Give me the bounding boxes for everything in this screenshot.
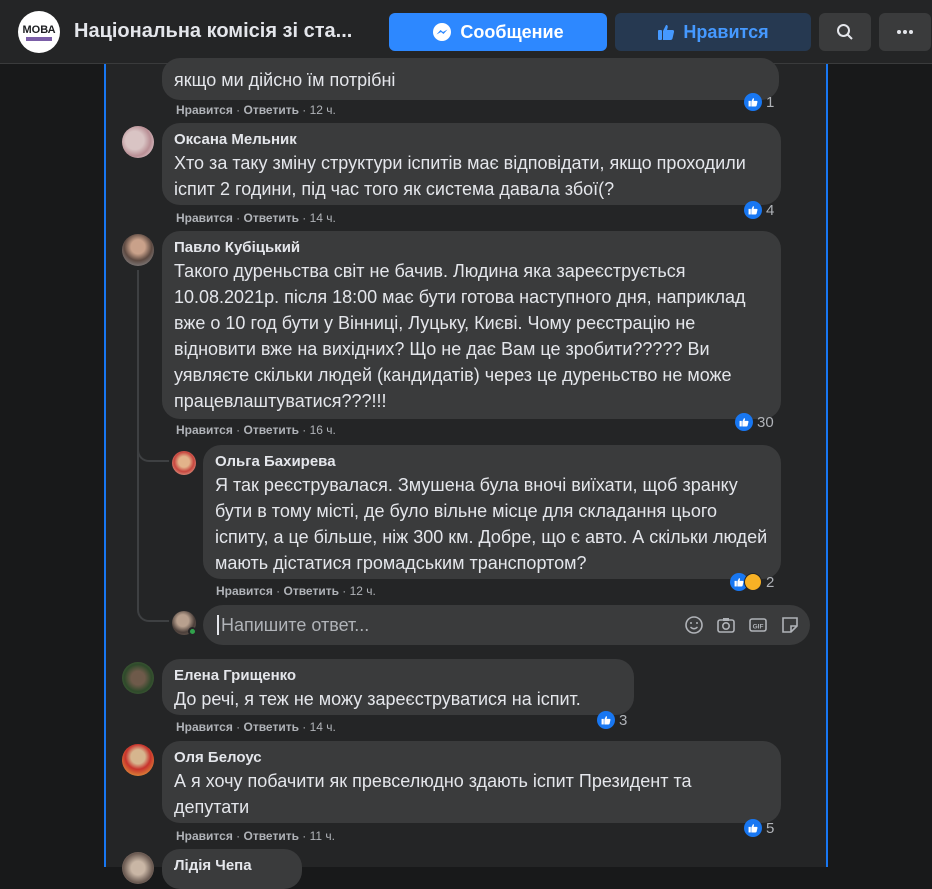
comment-bubble: Оксана Мельник Хто за таку зміну структу…	[162, 123, 781, 205]
comment-author[interactable]: Оксана Мельник	[174, 130, 769, 150]
avatar[interactable]	[122, 852, 154, 884]
thread-connector	[137, 455, 169, 622]
reply-bubble: Ольга Бахирева Я так реєструвалася. Змуш…	[203, 445, 781, 579]
comment-reply-link[interactable]: Ответить	[244, 103, 299, 117]
comment-text: Такого дуреньства світ не бачив. Людина …	[174, 261, 746, 411]
comment-time[interactable]: 16 ч.	[310, 423, 336, 437]
comment-time[interactable]: 12 ч.	[350, 584, 376, 598]
messenger-icon	[433, 23, 452, 41]
reaction-number: 1	[766, 93, 775, 111]
wow-reaction-icon	[744, 573, 762, 591]
thread-line	[137, 270, 139, 455]
thumbs-up-icon	[658, 25, 675, 40]
like-page-label: Нравится	[683, 21, 769, 42]
camera-icon[interactable]	[716, 615, 736, 635]
comment-time[interactable]: 12 ч.	[310, 103, 336, 117]
comment-bubble: Лідія Чепа	[162, 849, 302, 889]
reaction-count[interactable]: 2	[730, 572, 774, 592]
reaction-count[interactable]: 4	[744, 200, 774, 220]
reaction-count[interactable]: 3	[597, 710, 627, 730]
more-button[interactable]	[879, 13, 931, 51]
reaction-number: 3	[619, 711, 628, 729]
sticker-icon[interactable]	[780, 615, 800, 635]
comment-text: До речі, я теж не можу зареєструватися н…	[174, 689, 581, 709]
reply-input[interactable]: Напишите ответ... GIF	[203, 605, 810, 645]
comment-bubble: якщо ми дійсно їм потрібні	[162, 58, 779, 100]
reaction-number: 2	[766, 573, 775, 591]
avatar[interactable]	[172, 451, 196, 475]
svg-text:GIF: GIF	[753, 624, 764, 631]
comment-author[interactable]: Лідія Чепа	[174, 856, 290, 876]
comment-reply-link[interactable]: Ответить	[244, 829, 299, 843]
comment-actions: Нравится · Ответить · 16 ч.	[176, 423, 336, 437]
like-reaction-icon	[744, 201, 762, 219]
reaction-number: 30	[757, 413, 774, 431]
comment-reply-link[interactable]: Ответить	[284, 584, 339, 598]
comment-like-link[interactable]: Нравится	[176, 423, 233, 437]
page-logo[interactable]: МОВА	[18, 11, 60, 53]
comment-actions: Нравится · Ответить · 12 ч.	[176, 103, 336, 117]
comment-actions: Нравится · Ответить · 12 ч.	[216, 584, 376, 598]
comment-actions: Нравится · Ответить · 11 ч.	[176, 829, 336, 843]
comment-text: Хто за таку зміну структури іспитів має …	[174, 153, 746, 199]
online-status-dot	[188, 627, 197, 636]
avatar[interactable]	[122, 662, 154, 694]
text-caret	[217, 615, 219, 635]
comment-actions: Нравится · Ответить · 14 ч.	[176, 211, 336, 225]
like-reaction-icon	[744, 93, 762, 111]
comment-author[interactable]: Павло Кубіцький	[174, 238, 769, 258]
like-reaction-icon	[597, 711, 615, 729]
reaction-count[interactable]: 5	[744, 818, 774, 838]
comment-bubble: Павло Кубіцький Такого дуреньства світ н…	[162, 231, 781, 419]
comment-author[interactable]: Ольга Бахирева	[215, 452, 769, 472]
reaction-count[interactable]: 1	[744, 92, 774, 112]
comment-author[interactable]: Елена Грищенко	[174, 666, 622, 686]
reaction-number: 4	[766, 201, 775, 219]
reply-placeholder: Напишите ответ...	[221, 614, 370, 635]
page-header: МОВА Національна комісія зі ста... Сообщ…	[0, 0, 932, 64]
reaction-number: 5	[766, 819, 775, 837]
avatar[interactable]	[122, 234, 154, 266]
comment-like-link[interactable]: Нравится	[176, 211, 233, 225]
comment-text: Я так реєструвалася. Змушена була вночі …	[215, 475, 768, 573]
comment-time[interactable]: 11 ч.	[310, 829, 335, 843]
comment-time[interactable]: 14 ч.	[310, 720, 336, 734]
more-dots-icon	[897, 30, 913, 34]
search-icon	[837, 24, 853, 40]
like-reaction-icon	[735, 413, 753, 431]
search-button[interactable]	[819, 13, 871, 51]
emoji-icon[interactable]	[684, 615, 704, 635]
comment-text: якщо ми дійсно їм потрібні	[174, 70, 396, 90]
comment-bubble: Оля Белоус А я хочу побачити як превселю…	[162, 741, 781, 823]
comment-time[interactable]: 14 ч.	[310, 211, 336, 225]
comment-author[interactable]: Оля Белоус	[174, 748, 769, 768]
message-button-label: Сообщение	[460, 21, 564, 42]
reaction-count[interactable]: 30	[735, 412, 774, 432]
comment-like-link[interactable]: Нравится	[176, 103, 233, 117]
gif-icon[interactable]: GIF	[748, 615, 768, 635]
avatar[interactable]	[122, 744, 154, 776]
reply-input-tools: GIF	[684, 615, 800, 635]
comment-reply-link[interactable]: Ответить	[244, 423, 299, 437]
message-button[interactable]: Сообщение	[389, 13, 607, 51]
comment-like-link[interactable]: Нравится	[216, 584, 273, 598]
logo-stripe	[26, 36, 52, 41]
like-page-button[interactable]: Нравится	[615, 13, 811, 51]
comment-like-link[interactable]: Нравится	[176, 829, 233, 843]
avatar[interactable]	[122, 126, 154, 158]
comment-reply-link[interactable]: Ответить	[244, 720, 299, 734]
comment-actions: Нравится · Ответить · 14 ч.	[176, 720, 336, 734]
logo-text: МОВА	[22, 23, 56, 36]
page-title[interactable]: Національна комісія зі ста...	[74, 20, 352, 43]
comment-reply-link[interactable]: Ответить	[244, 211, 299, 225]
comment-text: А я хочу побачити як превселюдно здають …	[174, 771, 692, 817]
comment-like-link[interactable]: Нравится	[176, 720, 233, 734]
like-reaction-icon	[744, 819, 762, 837]
comment-bubble: Елена Грищенко До речі, я теж не можу за…	[162, 659, 634, 715]
